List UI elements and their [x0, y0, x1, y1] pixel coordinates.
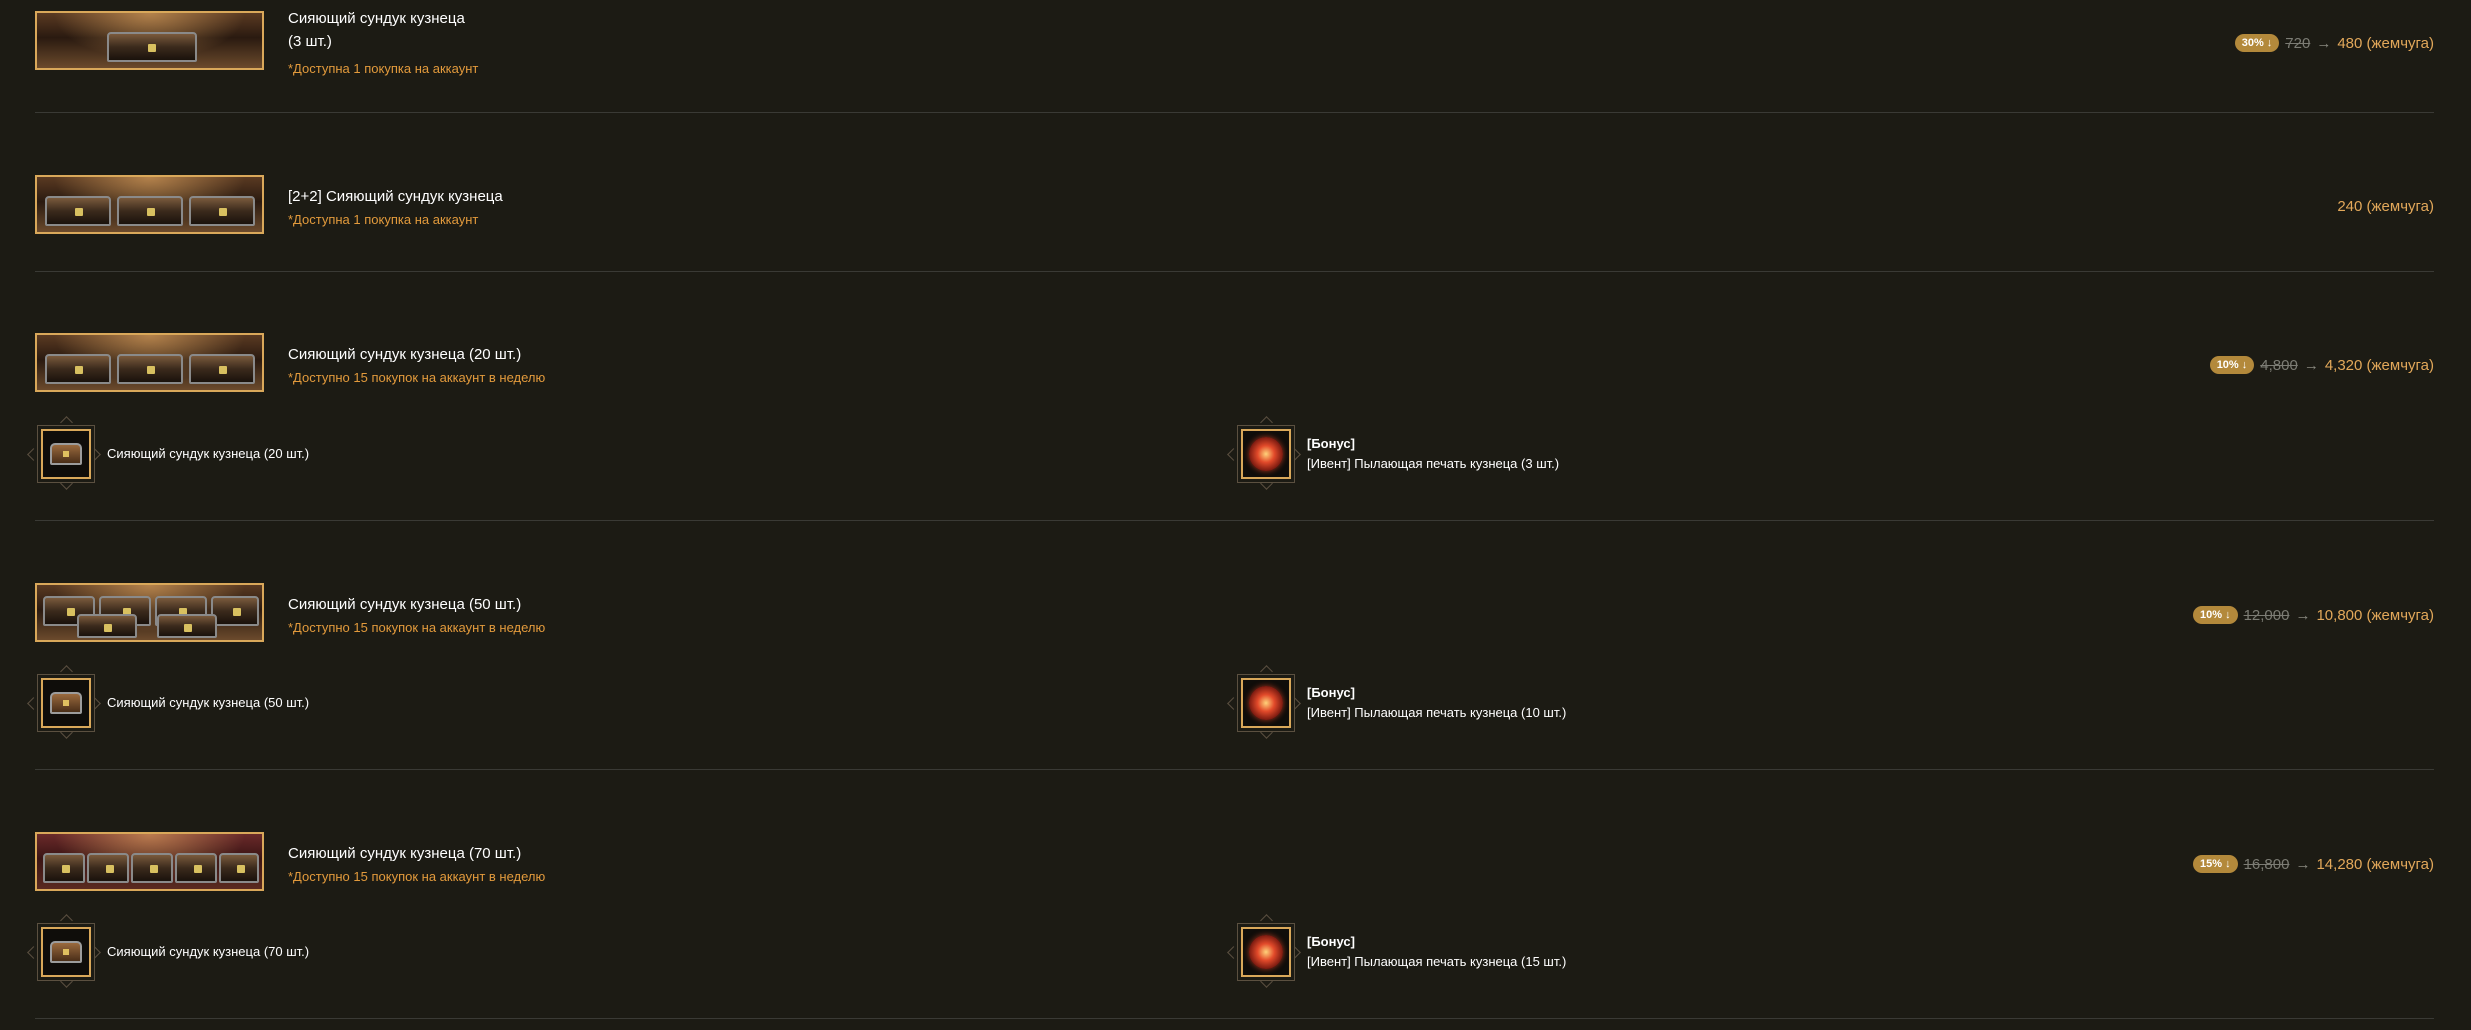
- product-row: Сияющий сундук кузнеца (50 шт.) *Доступн…: [27, 520, 2434, 770]
- new-price: 4,320 (жемчуга): [2324, 356, 2434, 374]
- product-name: Сияющий сундук кузнеца (70 шт.): [288, 845, 522, 862]
- blazing-seal-icon: [1249, 437, 1283, 471]
- bonus-item[interactable]: [Бонус] [Ивент] Пылающая печать кузнеца …: [1227, 914, 1566, 990]
- discount-badge: 10% ↓: [2193, 606, 2238, 624]
- bonus-text: [Бонус] [Ивент] Пылающая печать кузнеца …: [1307, 683, 1566, 723]
- product-row: [2+2] Сияющий сундук кузнеца *Доступна 1…: [35, 112, 2434, 272]
- content-item[interactable]: Сияющий сундук кузнеца (70 шт.): [27, 914, 309, 990]
- bonus-title: [Бонус]: [1307, 685, 1355, 700]
- price-block[interactable]: 10% ↓ 12,000 → 10,800 (жемчуга): [2193, 606, 2434, 624]
- price-block[interactable]: 240 (жемчуга): [2337, 198, 2434, 215]
- item-label: Сияющий сундук кузнеца (50 шт.): [107, 695, 310, 710]
- arrow-icon: →: [2295, 855, 2311, 873]
- old-price: 720: [2285, 34, 2311, 52]
- old-price: 4,800: [2260, 356, 2298, 374]
- product-image[interactable]: [35, 583, 264, 642]
- price-block[interactable]: 15% ↓ 16,800 → 14,280 (жемчуга): [2193, 855, 2434, 873]
- new-price: 14,280 (жемчуга): [2316, 855, 2434, 873]
- bonus-label: [Ивент] Пылающая печать кузнеца (15 шт.): [1307, 954, 1567, 969]
- discount-badge: 10% ↓: [2209, 356, 2255, 374]
- price-block[interactable]: 30% ↓ 720 → 480 (жемчуга): [2234, 34, 2434, 52]
- arrow-icon: →: [2295, 606, 2311, 624]
- blazing-seal-icon: [1249, 935, 1283, 969]
- content-item[interactable]: Сияющий сундук кузнеца (50 шт.): [27, 665, 309, 741]
- arrow-icon: →: [2303, 356, 2319, 374]
- purchase-limit: *Доступна 1 покупка на аккаунт: [288, 212, 479, 227]
- purchase-limit: *Доступно 15 покупок на аккаунт в неделю: [288, 869, 546, 884]
- item-slot[interactable]: [27, 416, 103, 492]
- bonus-slot[interactable]: [1227, 665, 1303, 741]
- product-name: [2+2] Сияющий сундук кузнеца: [288, 188, 503, 205]
- product-row: Сияющий сундук кузнеца (70 шт.) *Доступн…: [27, 769, 2434, 1019]
- discount-badge: 30% ↓: [2234, 34, 2280, 52]
- bonus-text: [Бонус] [Ивент] Пылающая печать кузнеца …: [1307, 932, 1566, 972]
- bonus-slot[interactable]: [1227, 416, 1303, 492]
- discount-badge: 15% ↓: [2193, 855, 2238, 873]
- chest-icon: [50, 692, 82, 714]
- old-price: 16,800: [2243, 855, 2290, 873]
- bonus-label: [Ивент] Пылающая печать кузнеца (3 шт.): [1307, 456, 1560, 471]
- bonus-label: [Ивент] Пылающая печать кузнеца (10 шт.): [1307, 705, 1567, 720]
- product-image[interactable]: [35, 333, 264, 392]
- chest-icon: [50, 941, 82, 963]
- product-image[interactable]: [35, 175, 264, 234]
- product-name: Сияющий сундук кузнеца (50 шт.): [288, 596, 522, 613]
- bonus-title: [Бонус]: [1307, 436, 1355, 451]
- chest-icon: [50, 443, 82, 465]
- bonus-slot[interactable]: [1227, 914, 1303, 990]
- bonus-title: [Бонус]: [1307, 934, 1355, 949]
- product-name: Сияющий сундук кузнеца (3 шт.): [288, 10, 465, 50]
- purchase-limit: *Доступно 15 покупок на аккаунт в неделю: [288, 370, 546, 385]
- bonus-item[interactable]: [Бонус] [Ивент] Пылающая печать кузнеца …: [1227, 416, 1559, 492]
- item-slot[interactable]: [27, 914, 103, 990]
- old-price: 12,000: [2243, 606, 2290, 624]
- purchase-limit: *Доступна 1 покупка на аккаунт: [288, 61, 479, 76]
- item-label: Сияющий сундук кузнеца (70 шт.): [107, 944, 310, 959]
- new-price: 480 (жемчуга): [2337, 34, 2434, 52]
- product-image[interactable]: [35, 832, 264, 891]
- price-block[interactable]: 10% ↓ 4,800 → 4,320 (жемчуга): [2209, 356, 2434, 374]
- content-item[interactable]: Сияющий сундук кузнеца (20 шт.): [27, 416, 309, 492]
- arrow-icon: →: [2316, 34, 2332, 52]
- purchase-limit: *Доступно 15 покупок на аккаунт в неделю: [288, 620, 546, 635]
- product-row: Сияющий сундук кузнеца (3 шт.) *Доступна…: [35, 0, 2434, 113]
- price: 240 (жемчуга): [2337, 198, 2434, 215]
- item-label: Сияющий сундук кузнеца (20 шт.): [107, 446, 310, 461]
- product-row: Сияющий сундук кузнеца (20 шт.) *Доступн…: [27, 271, 2434, 521]
- product-image[interactable]: [35, 11, 264, 70]
- product-name: Сияющий сундук кузнеца (20 шт.): [288, 346, 522, 363]
- bonus-item[interactable]: [Бонус] [Ивент] Пылающая печать кузнеца …: [1227, 665, 1566, 741]
- blazing-seal-icon: [1249, 686, 1283, 720]
- new-price: 10,800 (жемчуга): [2316, 606, 2434, 624]
- bonus-text: [Бонус] [Ивент] Пылающая печать кузнеца …: [1307, 434, 1559, 474]
- item-slot[interactable]: [27, 665, 103, 741]
